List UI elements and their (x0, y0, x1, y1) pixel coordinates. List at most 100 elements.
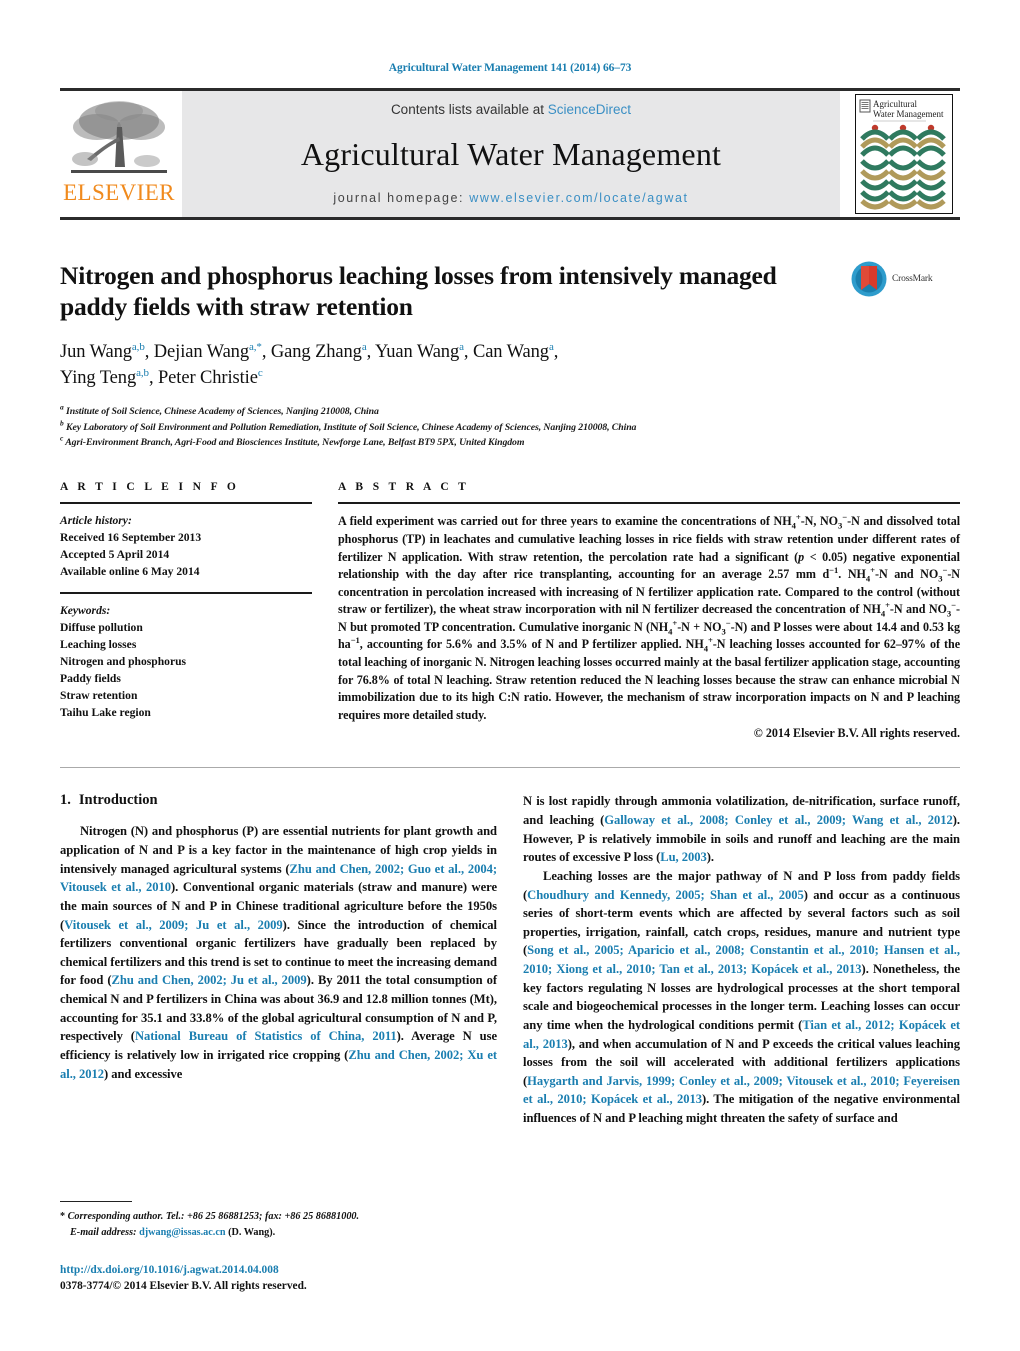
citation-link[interactable]: Choudhury and Kennedy, 2005; Shan et al.… (527, 888, 804, 902)
page-title: Nitrogen and phosphorus leaching losses … (60, 261, 777, 322)
history-item: Received 16 September 2013 (60, 531, 202, 545)
body-column-right: N is lost rapidly through ammonia volati… (523, 792, 960, 1127)
citation-link[interactable]: Galloway et al., 2008; Conley et al., 20… (604, 813, 953, 827)
title-area: Nitrogen and phosphorus leaching losses … (60, 260, 960, 322)
contents-available-line: Contents lists available at ScienceDirec… (391, 102, 631, 117)
body-column-left: 1. Introduction Nitrogen (N) and phosphor… (60, 792, 497, 1127)
citation-link[interactable]: Vitousek et al., 2009; Ju et al., 2009 (64, 918, 283, 932)
elsevier-tree-icon (71, 101, 167, 173)
elsevier-logo: ELSEVIER (60, 91, 178, 217)
affiliation-text: Agri-Environment Branch, Agri-Food and B… (65, 437, 525, 449)
footnote-area: * Corresponding author. Tel.: +86 25 868… (60, 1201, 497, 1295)
doi-link[interactable]: http://dx.doi.org/10.1016/j.agwat.2014.0… (60, 1262, 497, 1279)
email-suffix: (D. Wang). (228, 1226, 276, 1238)
article-history-block: Article history: Received 16 September 2… (60, 513, 312, 581)
abstract-body: A field experiment was carried out for t… (338, 512, 961, 722)
citation-link[interactable]: Haygarth and Jarvis, 1999; Conley et al.… (523, 1074, 960, 1107)
journal-title: Agricultural Water Management (300, 136, 722, 172)
doi-block: http://dx.doi.org/10.1016/j.agwat.2014.0… (60, 1262, 497, 1295)
article-info-column: A R T I C L E I N F O Article history: R… (60, 481, 338, 741)
contents-band: Contents lists available at ScienceDirec… (182, 91, 840, 217)
contents-prefix: Contents lists available at (390, 102, 548, 117)
article-history-label: Article history: (60, 514, 132, 528)
info-abstract-section: A R T I C L E I N F O Article history: R… (60, 481, 960, 741)
keyword-item: Paddy fields (60, 671, 121, 685)
abstract-copyright: © 2014 Elsevier B.V. All rights reserved… (753, 726, 960, 741)
history-item: Accepted 5 April 2014 (60, 548, 170, 562)
citation-link[interactable]: Lu, 2003 (660, 850, 707, 864)
keywords-label: Keywords: (60, 604, 111, 618)
intro-paragraph-2: Leaching losses are the major pathway of… (523, 868, 960, 1126)
affiliation-marker: b (60, 418, 64, 428)
journal-cover-block: Agricultural Water Management (848, 91, 960, 217)
author-sup: a,b (131, 341, 145, 354)
svg-text:Water Management: Water Management (873, 109, 944, 119)
author-list: Jun Wanga,b, Dejian Wanga,*, Gang Zhanga… (60, 339, 960, 392)
intro-paragraph-1: Nitrogen (N) and phosphorus (P) are esse… (60, 824, 498, 1081)
citation-link[interactable]: Tian et al., 2012; Kopácek et al., 2013 (523, 1018, 960, 1051)
corresponding-author-note: * Corresponding author. Tel.: +86 25 868… (60, 1209, 497, 1240)
running-head: Agricultural Water Management 141 (2014)… (388, 62, 632, 74)
email-label: E-mail address: (70, 1226, 137, 1238)
affiliation-list: a Institute of Soil Science, Chinese Aca… (60, 402, 960, 452)
citation-link[interactable]: Song et al., 2005; Aparicio et al., 2008… (523, 943, 960, 976)
issn-copyright-line: 0378-3774/© 2014 Elsevier B.V. All right… (60, 1280, 307, 1293)
intro-paragraph-continued: N is lost rapidly through ammonia volati… (523, 794, 961, 865)
journal-cover-art: Agricultural Water Management (856, 95, 952, 213)
keyword-item: Leaching losses (60, 637, 137, 651)
author-sup: c (257, 367, 263, 380)
keyword-item: Diffuse pollution (60, 620, 143, 634)
citation-link[interactable]: Zhu and Chen, 2002; Guo et al., 2004; Vi… (60, 862, 497, 895)
crossmark-label: CrossMark (892, 274, 933, 284)
email-link[interactable]: djwang@issas.ac.cn (139, 1227, 225, 1238)
elsevier-wordmark: ELSEVIER (63, 180, 175, 205)
crossmark-icon (851, 261, 887, 297)
author-sup: a (548, 341, 554, 354)
divider (338, 502, 960, 505)
section-title-text: Introduction (78, 792, 158, 809)
citation-link[interactable]: Zhu and Chen, 2002; Ju et al., 2009 (112, 973, 307, 987)
author-sup: a,b (136, 367, 149, 380)
article-info-heading: A R T I C L E I N F O (60, 481, 240, 494)
abstract-column: A B S T R A C T A field experiment was c… (338, 481, 960, 741)
affiliation-item: c Agri-Environment Branch, Agri-Food and… (60, 435, 960, 451)
keyword-item: Nitrogen and phosphorus (60, 654, 187, 668)
author-line-1: Jun Wanga,b, Dejian Wanga,*, Gang Zhanga… (60, 341, 559, 363)
journal-masthead: ELSEVIER Contents lists available at Sci… (60, 88, 960, 220)
crossmark-badge[interactable]: CrossMark (850, 260, 960, 298)
affiliation-marker: c (60, 434, 64, 444)
section-number: 1. (60, 792, 71, 809)
citation-link[interactable]: Zhu and Chen, 2002; Xu et al., 2012 (60, 1048, 497, 1081)
asterisk-marker: * (60, 1211, 66, 1223)
affiliation-text: Key Laboratory of Soil Environment and P… (66, 421, 637, 433)
abstract-heading: A B S T R A C T (338, 481, 470, 494)
divider (60, 502, 312, 505)
affiliation-text: Institute of Soil Science, Chinese Acade… (66, 405, 379, 417)
body-columns: 1. Introduction Nitrogen (N) and phosphor… (60, 792, 960, 1127)
divider (60, 592, 312, 595)
history-item: Available online 6 May 2014 (60, 565, 200, 579)
journal-homepage-link[interactable]: www.elsevier.com/locate/agwat (469, 191, 688, 205)
journal-cover-thumbnail: Agricultural Water Management (855, 94, 953, 214)
divider (60, 767, 960, 769)
affiliation-item: b Key Laboratory of Soil Environment and… (60, 418, 960, 436)
author-sup: a,* (248, 341, 262, 354)
journal-homepage-line: journal homepage: www.elsevier.com/locat… (333, 191, 688, 205)
article-first-page: Agricultural Water Management 141 (2014)… (0, 0, 1020, 1351)
affiliation-marker: a (60, 402, 64, 412)
author-sup: a (459, 341, 464, 354)
footnote-divider (60, 1201, 132, 1203)
section-heading-introduction: 1. Introduction (60, 792, 497, 809)
affiliation-item: a Institute of Soil Science, Chinese Aca… (60, 402, 960, 420)
homepage-prefix: journal homepage: (333, 191, 470, 205)
author-sup: a (361, 341, 367, 354)
sciencedirect-link[interactable]: ScienceDirect (548, 102, 631, 117)
svg-text:Agricultural: Agricultural (873, 99, 917, 109)
corresponding-author-text: Corresponding author. Tel.: +86 25 86881… (67, 1211, 360, 1223)
keyword-item: Taihu Lake region (60, 705, 151, 719)
author-line-2: Ying Tenga,b, Peter Christiec (60, 367, 263, 389)
citation-link[interactable]: National Bureau of Statistics of China, … (135, 1029, 397, 1043)
keywords-block: Keywords: Diffuse pollution Leaching los… (60, 603, 312, 721)
keyword-item: Straw retention (60, 688, 138, 702)
